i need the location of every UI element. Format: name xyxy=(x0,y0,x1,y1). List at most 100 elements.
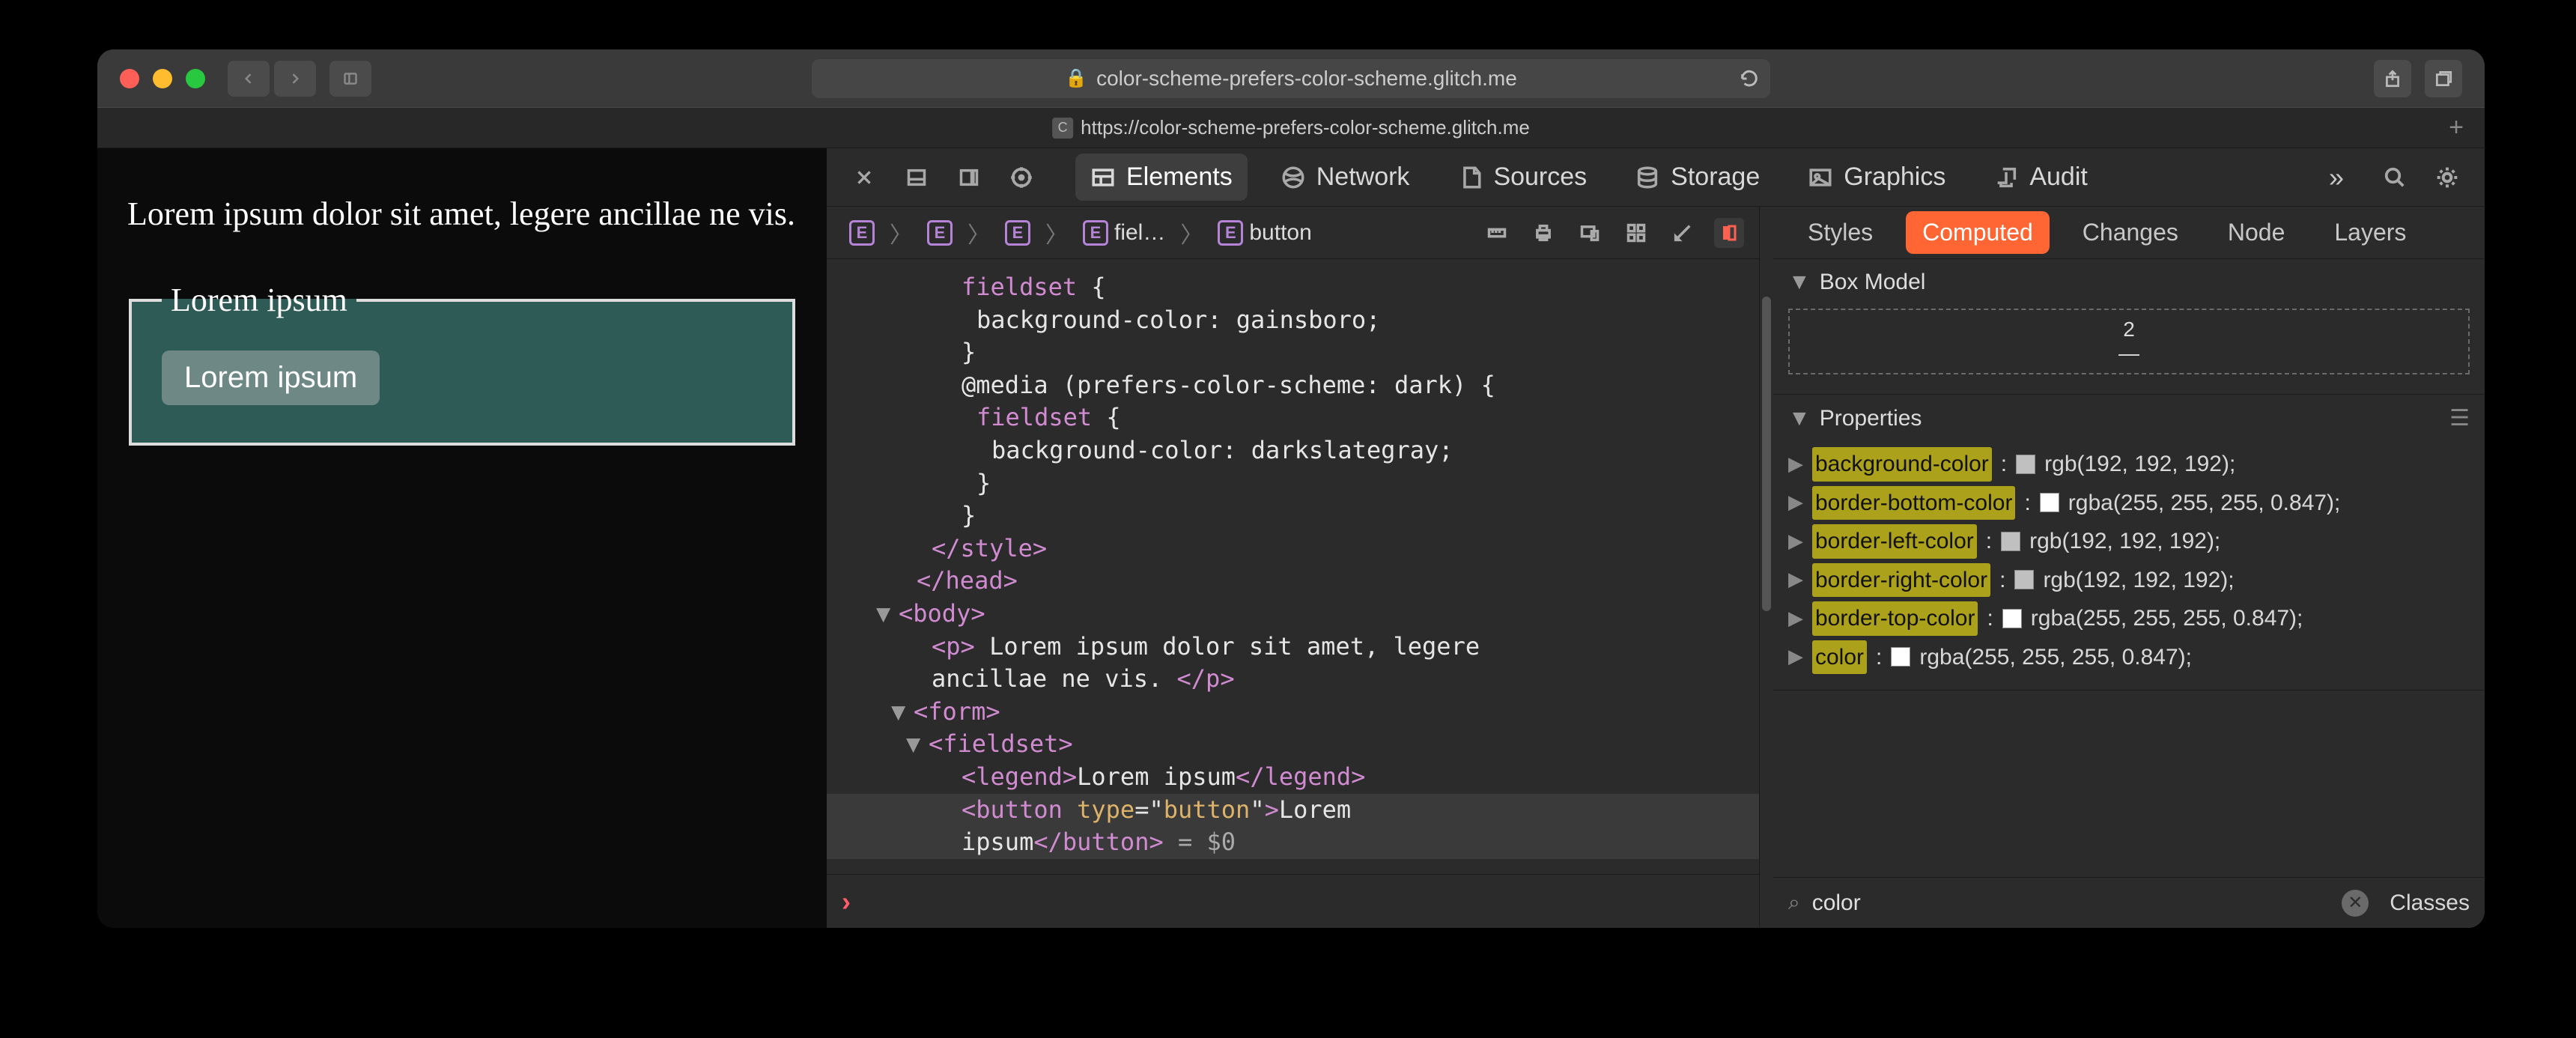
close-window-button[interactable] xyxy=(120,69,139,88)
devtools-toolbar: Elements Network Sources Storage xyxy=(827,148,2485,207)
select-element-button[interactable] xyxy=(1005,161,1038,194)
disclosure-triangle-icon: ▼ xyxy=(1788,270,1811,295)
sidebar-toggle-button[interactable] xyxy=(329,61,371,97)
tab-audit[interactable]: Audit xyxy=(1978,154,2103,201)
dom-tree-line[interactable]: fieldset { xyxy=(827,401,1759,434)
breadcrumb-item[interactable]: Ebutton xyxy=(1210,216,1319,250)
address-bar[interactable]: 🔒 color-scheme-prefers-color-scheme.glit… xyxy=(812,59,1770,98)
box-model-header[interactable]: ▼ Box Model xyxy=(1773,259,2485,306)
sp-tab-layers[interactable]: Layers xyxy=(2318,211,2422,254)
color-swatch[interactable] xyxy=(2001,532,2020,551)
property-value: rgb(192, 192, 192); xyxy=(2043,564,2234,597)
color-swatch[interactable] xyxy=(2040,493,2059,512)
tab-sources[interactable]: Sources xyxy=(1442,154,1602,201)
zoom-window-button[interactable] xyxy=(186,69,205,88)
clear-filter-button[interactable]: ✕ xyxy=(2342,890,2369,917)
forward-button[interactable] xyxy=(274,61,316,97)
color-swatch[interactable] xyxy=(2016,455,2035,474)
tab-graphics[interactable]: Graphics xyxy=(1793,154,1960,201)
sp-tab-changes[interactable]: Changes xyxy=(2066,211,2195,254)
dock-bottom-button[interactable] xyxy=(900,161,933,194)
tabs-overview-button[interactable] xyxy=(2425,60,2462,97)
disclosure-arrow-icon: ▶ xyxy=(1788,488,1803,517)
dom-tree-line[interactable]: background-color: gainsboro; xyxy=(827,304,1759,337)
disclosure-triangle-icon: ▼ xyxy=(1788,406,1811,431)
filter-search-icon: ⌕ xyxy=(1788,890,1800,915)
dom-tree-line[interactable]: <p> Lorem ipsum dolor sit amet, legere xyxy=(827,631,1759,664)
dom-tree-line[interactable]: ▼<form> xyxy=(827,696,1759,729)
grid-icon[interactable] xyxy=(1621,218,1651,248)
dom-tree-line[interactable]: ▼<fieldset> xyxy=(827,728,1759,761)
console-drawer[interactable]: › xyxy=(827,874,1759,928)
ruler-icon[interactable] xyxy=(1482,218,1512,248)
new-tab-button[interactable]: + xyxy=(2440,112,2473,145)
minimize-window-button[interactable] xyxy=(153,69,172,88)
compositing-borders-icon[interactable] xyxy=(1714,218,1744,248)
dom-tree-line[interactable]: } xyxy=(827,467,1759,500)
properties-filter-input[interactable] xyxy=(1811,890,2332,917)
dom-tree-line[interactable]: } xyxy=(827,336,1759,369)
color-swatch[interactable] xyxy=(2014,570,2034,589)
dock-side-button[interactable] xyxy=(953,161,985,194)
breadcrumb-item[interactable]: E xyxy=(920,216,960,250)
classes-toggle[interactable]: Classes xyxy=(2390,890,2470,916)
sp-tab-node[interactable]: Node xyxy=(2211,211,2302,254)
computed-property-row[interactable]: ▶border-top-color:rgba(255, 255, 255, 0.… xyxy=(1788,599,2470,638)
property-name: border-top-color xyxy=(1812,601,1978,636)
dom-scrollbar[interactable] xyxy=(1760,207,1773,928)
devtools-more-tabs[interactable]: » xyxy=(2329,162,2344,193)
breadcrumb-item[interactable]: E xyxy=(842,216,882,250)
dom-tree-line[interactable]: ancillae ne vis. </p> xyxy=(827,663,1759,696)
dom-tree-line[interactable]: </style> xyxy=(827,532,1759,565)
color-swatch[interactable] xyxy=(2002,609,2022,628)
dom-tree-line[interactable]: <legend>Lorem ipsum</legend> xyxy=(827,761,1759,794)
browser-tab[interactable]: C https://color-scheme-prefers-color-sch… xyxy=(1052,116,1530,139)
print-styles-icon[interactable] xyxy=(1528,218,1558,248)
address-bar-text: color-scheme-prefers-color-scheme.glitch… xyxy=(1096,67,1517,91)
computed-property-row[interactable]: ▶border-right-color:rgb(192, 192, 192); xyxy=(1788,561,2470,600)
dom-tree-line[interactable]: @media (prefers-color-scheme: dark) { xyxy=(827,369,1759,402)
dom-toolbar: E 〉 E 〉 E 〉 Efiel… 〉 Ebutton xyxy=(827,207,1759,259)
devtools-search-button[interactable] xyxy=(2378,161,2411,194)
dom-tree[interactable]: fieldset {background-color: gainsboro;}@… xyxy=(827,259,1759,874)
dom-tree-line[interactable]: } xyxy=(827,500,1759,532)
close-devtools-button[interactable] xyxy=(848,161,881,194)
properties-header[interactable]: ▼ Properties ☰ xyxy=(1773,395,2485,442)
computed-property-row[interactable]: ▶border-left-color:rgb(192, 192, 192); xyxy=(1788,522,2470,561)
computed-property-row[interactable]: ▶color:rgba(255, 255, 255, 0.847); xyxy=(1788,638,2470,677)
share-button[interactable] xyxy=(2374,60,2411,97)
property-name: border-right-color xyxy=(1812,563,1990,598)
dom-tree-line[interactable]: ipsum</button> = $0 xyxy=(827,826,1759,859)
dom-tree-line[interactable]: fieldset { xyxy=(827,271,1759,304)
tab-elements[interactable]: Elements xyxy=(1075,154,1248,201)
responsive-icon[interactable] xyxy=(1575,218,1605,248)
property-name: background-color xyxy=(1812,447,1992,482)
tab-network[interactable]: Network xyxy=(1266,154,1425,201)
computed-property-row[interactable]: ▶background-color:rgb(192, 192, 192); xyxy=(1788,445,2470,484)
dom-tree-line[interactable]: <button type="button">Lorem xyxy=(827,794,1759,827)
back-button[interactable] xyxy=(228,61,270,97)
rendered-page: Lorem ipsum dolor sit amet, legere ancil… xyxy=(97,148,827,928)
breadcrumb: E 〉 E 〉 E 〉 Efiel… 〉 Ebutton xyxy=(842,216,1319,250)
dom-tree-line[interactable]: ▼<body> xyxy=(827,598,1759,631)
dom-tree-line[interactable]: background-color: darkslategray; xyxy=(827,434,1759,467)
dom-panel: E 〉 E 〉 E 〉 Efiel… 〉 Ebutton xyxy=(827,207,1760,928)
page-button[interactable]: Lorem ipsum xyxy=(162,350,380,405)
reload-button[interactable] xyxy=(1736,65,1763,92)
dom-tree-line[interactable]: </head> xyxy=(827,565,1759,598)
color-swatch[interactable] xyxy=(1891,647,1910,667)
breadcrumb-item[interactable]: E xyxy=(997,216,1038,250)
tab-storage[interactable]: Storage xyxy=(1620,154,1775,201)
box-model-diagram: 2 — xyxy=(1773,306,2485,394)
paint-icon[interactable] xyxy=(1668,218,1698,248)
property-name: border-left-color xyxy=(1812,524,1977,559)
computed-property-row[interactable]: ▶border-bottom-color:rgba(255, 255, 255,… xyxy=(1788,484,2470,523)
tab-title: https://color-scheme-prefers-color-schem… xyxy=(1081,116,1530,139)
property-value: rgba(255, 255, 255, 0.847); xyxy=(2031,602,2303,635)
sp-tab-styles[interactable]: Styles xyxy=(1791,211,1889,254)
breadcrumb-item[interactable]: Efiel… xyxy=(1075,216,1173,250)
filter-icon[interactable]: ☰ xyxy=(2449,405,2470,431)
sp-tab-computed[interactable]: Computed xyxy=(1906,211,2050,254)
console-prompt-icon: › xyxy=(842,886,851,917)
devtools-settings-button[interactable] xyxy=(2431,161,2464,194)
